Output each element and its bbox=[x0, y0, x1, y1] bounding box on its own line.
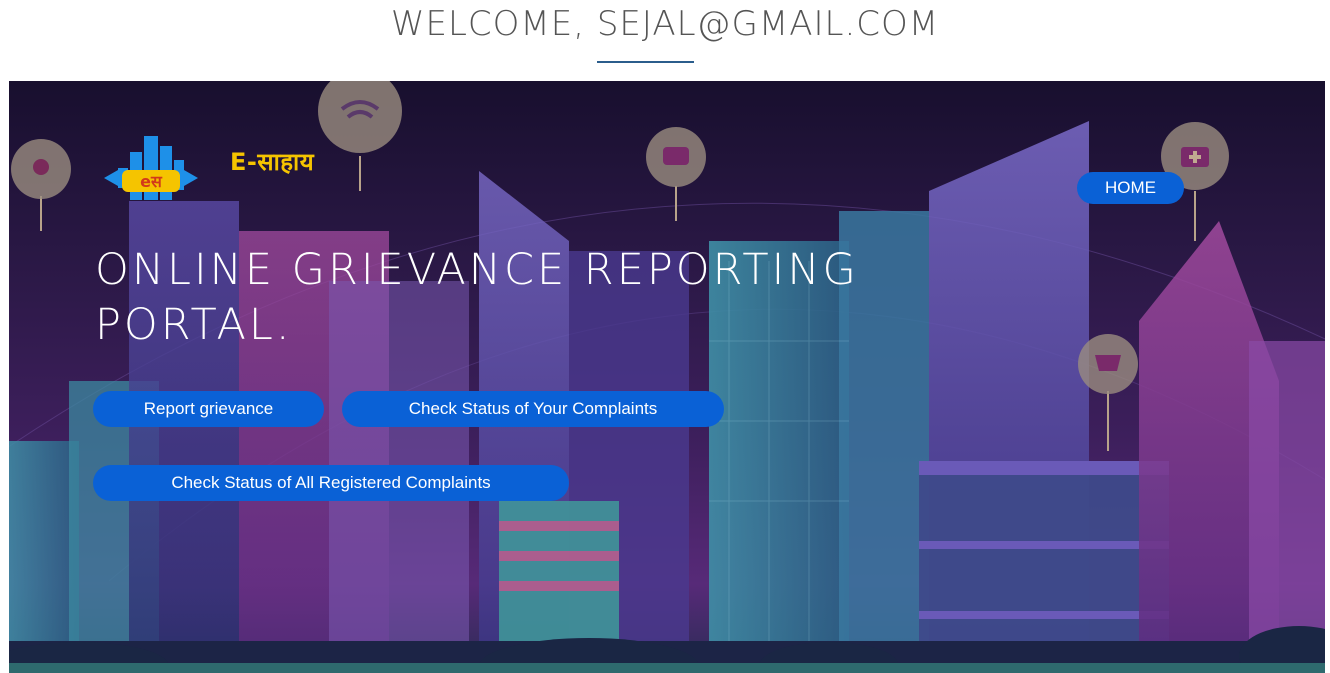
welcome-heading: WELCOME, SEJAL@GMAIL.COM bbox=[390, 4, 940, 44]
page-title: ONLINE GRIEVANCE REPORTING PORTAL. bbox=[95, 243, 1055, 353]
page-title-line-1: ONLINE GRIEVANCE REPORTING bbox=[95, 245, 859, 295]
check-status-your-complaints-button[interactable]: Check Status of Your Complaints bbox=[342, 391, 724, 427]
home-button[interactable]: HOME bbox=[1077, 172, 1184, 204]
wifi-pin-icon bbox=[318, 81, 402, 191]
logo-text: eस bbox=[140, 172, 163, 191]
page-title-line-2: PORTAL. bbox=[95, 300, 293, 350]
heading-underline bbox=[597, 61, 694, 63]
brand-name: E-साहाय bbox=[230, 148, 315, 176]
hero-banner: eस E-साहाय HOME ONLINE GRIEVANCE REPORTI… bbox=[9, 81, 1325, 673]
location-pin-icon bbox=[11, 139, 71, 231]
e-sahaay-logo: eस bbox=[104, 136, 198, 200]
report-grievance-button[interactable]: Report grievance bbox=[93, 391, 324, 427]
check-status-all-complaints-button[interactable]: Check Status of All Registered Complaint… bbox=[93, 465, 569, 501]
